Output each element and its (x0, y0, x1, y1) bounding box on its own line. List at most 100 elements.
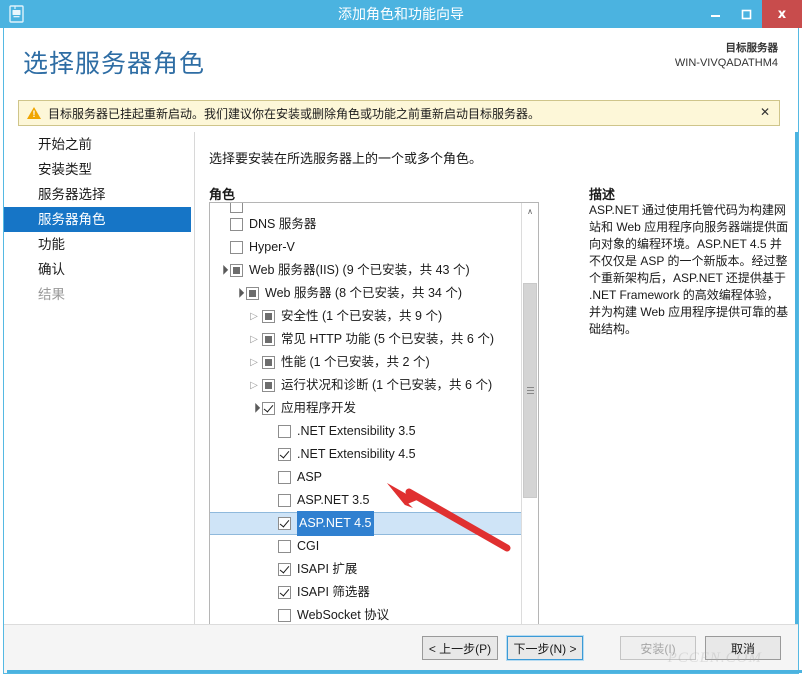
tree-row-label: 应用程序开发 (281, 401, 357, 415)
tree-row[interactable]: CGI (210, 535, 522, 558)
role-checkbox[interactable] (262, 356, 275, 369)
roles-tree-rows: DNS 服务器 Hyper-V Web 服务器(IIS) (9 个已安装，共 43 … (210, 203, 522, 641)
close-button[interactable]: x (762, 0, 802, 28)
sidebar-item-confirmation[interactable]: 确认 (4, 257, 194, 282)
role-checkbox[interactable] (230, 203, 243, 213)
tree-row-label: 运行状况和诊断 (1 个已安装，共 6 个) (281, 378, 493, 392)
tree-row-label: .NET Extensibility 4.5 (297, 447, 416, 461)
right-accent-bar (795, 132, 798, 650)
sidebar-item-server-roles[interactable]: 服务器角色 (4, 207, 191, 232)
tree-row-label: ISAPI 筛选器 (297, 585, 370, 599)
tree-row[interactable] (210, 203, 522, 213)
sidebar-item-before-you-begin[interactable]: 开始之前 (4, 132, 194, 157)
warning-icon (27, 106, 41, 120)
description-heading: 描述 (589, 187, 616, 202)
tree-row-label: ASP (297, 470, 323, 484)
scrollbar-grip-icon (526, 387, 534, 394)
role-checkbox[interactable] (278, 609, 291, 622)
tree-row-label: Web 服务器(IIS) (9 个已安装，共 43 个) (249, 263, 470, 277)
tree-row[interactable]: DNS 服务器 (210, 213, 522, 236)
page-title: 选择服务器角色 (23, 50, 206, 78)
role-checkbox[interactable] (278, 494, 291, 507)
roles-tree[interactable]: DNS 服务器 Hyper-V Web 服务器(IIS) (9 个已安装，共 43 … (209, 202, 539, 642)
bottom-accent-bar (7, 670, 802, 673)
sidebar-item-installation-type[interactable]: 安装类型 (4, 157, 194, 182)
scroll-up-icon[interactable]: ∧ (522, 203, 538, 220)
role-checkbox[interactable] (278, 448, 291, 461)
role-checkbox[interactable] (262, 379, 275, 392)
sidebar-item-features[interactable]: 功能 (4, 232, 194, 257)
sidebar-item-results: 结果 (38, 287, 65, 302)
collapse-arrow-icon[interactable] (214, 259, 230, 282)
target-server-name: WIN-VIVQADATHM4 (674, 57, 778, 69)
instruction-text: 选择要安装在所选服务器上的一个或多个角色。 (209, 151, 483, 166)
role-checkbox[interactable] (230, 241, 243, 254)
tree-row[interactable]: 常见 HTTP 功能 (5 个已安装，共 6 个) (210, 328, 522, 351)
tree-row-label: ASP.NET 4.5 (297, 511, 374, 536)
tree-row[interactable]: 性能 (1 个已安装，共 2 个) (210, 351, 522, 374)
tree-row[interactable]: .NET Extensibility 3.5 (210, 420, 522, 443)
tree-row[interactable]: .NET Extensibility 4.5 (210, 443, 522, 466)
tree-row-label: ASP.NET 3.5 (297, 493, 370, 507)
tree-row[interactable]: ASP (210, 466, 522, 489)
role-checkbox[interactable] (230, 264, 243, 277)
expand-arrow-icon[interactable] (246, 374, 262, 397)
minimize-button[interactable] (700, 0, 731, 28)
target-server-info: 目标服务器 WIN-VIVQADATHM4 (675, 41, 778, 71)
role-checkbox[interactable] (278, 540, 291, 553)
tree-row-label: 安全性 (1 个已安装，共 9 个) (281, 309, 443, 323)
tree-row[interactable]: 安全性 (1 个已安装，共 9 个) (210, 305, 522, 328)
role-checkbox[interactable] (278, 471, 291, 484)
title-bar: 添加角色和功能向导 x (0, 0, 802, 28)
next-button[interactable]: 下一步(N) > (506, 635, 584, 661)
collapse-arrow-icon[interactable] (230, 282, 246, 305)
tree-row[interactable]: 应用程序开发 (210, 397, 522, 420)
role-checkbox[interactable] (278, 425, 291, 438)
wizard-navigation-sidebar: 开始之前 安装类型 服务器选择 服务器角色 功能 确认 结果 (4, 132, 194, 307)
target-server-label: 目标服务器 (725, 42, 779, 54)
window-controls: x (700, 0, 802, 28)
roles-heading: 角色 (209, 187, 236, 202)
tree-row[interactable]: Web 服务器 (8 个已安装，共 34 个) (210, 282, 522, 305)
maximize-button[interactable] (731, 0, 762, 28)
tree-row[interactable]: ISAPI 扩展 (210, 558, 522, 581)
expand-arrow-icon[interactable] (246, 351, 262, 374)
tree-row-label: Web 服务器 (8 个已安装，共 34 个) (265, 286, 463, 300)
warning-message: 目标服务器已挂起重新启动。我们建议你在安装或删除角色或功能之前重新启动目标服务器… (48, 106, 541, 121)
watermark-text: PCCEN.COM (667, 650, 762, 666)
collapse-arrow-icon[interactable] (246, 397, 262, 420)
tree-row[interactable]: ASP.NET 3.5 (210, 489, 522, 512)
role-checkbox[interactable] (230, 218, 243, 231)
tree-row[interactable]: ISAPI 筛选器 (210, 581, 522, 604)
restart-pending-warning: 目标服务器已挂起重新启动。我们建议你在安装或删除角色或功能之前重新启动目标服务器… (18, 100, 780, 126)
role-checkbox[interactable] (278, 586, 291, 599)
scrollbar-thumb[interactable] (523, 283, 537, 498)
tree-row-label: 性能 (1 个已安装，共 2 个) (281, 355, 430, 369)
expand-arrow-icon[interactable] (246, 305, 262, 328)
tree-row[interactable]: ASP.NET 4.5 (210, 511, 522, 536)
window-body: 选择服务器角色 目标服务器 WIN-VIVQADATHM4 目标服务器已挂起重新… (3, 28, 802, 674)
add-roles-features-wizard-window: 添加角色和功能向导 x 选择服务器角色 目标服务器 WIN-VIVQADATHM… (0, 0, 802, 677)
sidebar-item-server-selection[interactable]: 服务器选择 (4, 182, 194, 207)
role-checkbox[interactable] (262, 310, 275, 323)
role-checkbox[interactable] (278, 563, 291, 576)
tree-row-label: DNS 服务器 (249, 217, 317, 231)
previous-button[interactable]: < 上一步(P) (422, 636, 498, 660)
role-description-text: ASP.NET 通过使用托管代码为构建网站和 Web 应用程序向服务器端提供面向… (589, 203, 789, 336)
role-checkbox[interactable] (246, 287, 259, 300)
server-manager-icon (6, 3, 28, 25)
window-title: 添加角色和功能向导 (338, 6, 464, 22)
tree-row[interactable]: 运行状况和诊断 (1 个已安装，共 6 个) (210, 374, 522, 397)
expand-arrow-icon[interactable] (246, 328, 262, 351)
page-header: 选择服务器角色 目标服务器 WIN-VIVQADATHM4 (4, 28, 798, 90)
role-checkbox[interactable] (262, 402, 275, 415)
tree-row-label: 常见 HTTP 功能 (5 个已安装，共 6 个) (281, 332, 494, 346)
wizard-footer: < 上一步(P) 下一步(N) > 安装(I) 取消 PCCEN.COM (4, 624, 798, 673)
role-checkbox[interactable] (262, 333, 275, 346)
role-checkbox[interactable] (278, 517, 291, 530)
tree-row[interactable]: Web 服务器(IIS) (9 个已安装，共 43 个) (210, 259, 522, 282)
dismiss-warning-button[interactable]: ✕ (760, 105, 770, 119)
roles-tree-scrollbar[interactable]: ∧ ∨ (521, 203, 538, 641)
tree-row[interactable]: Hyper-V (210, 236, 522, 259)
tree-row-label: Hyper-V (249, 240, 295, 254)
